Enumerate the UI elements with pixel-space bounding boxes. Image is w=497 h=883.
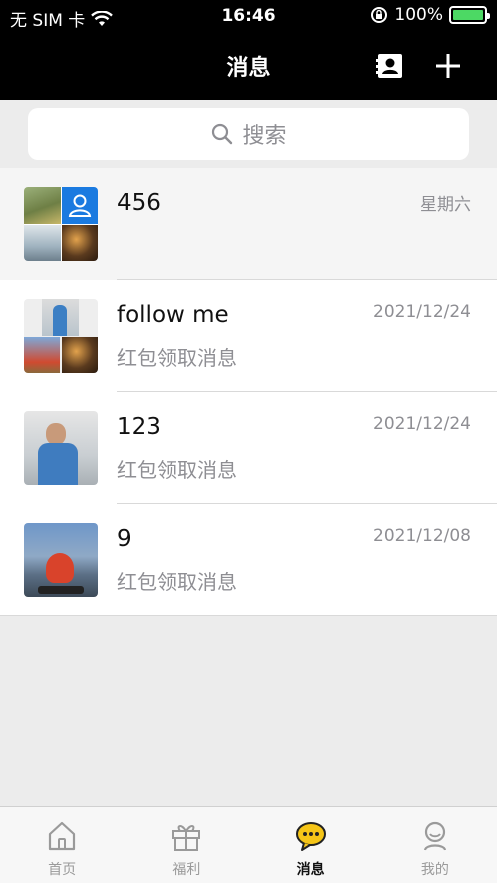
group-avatar <box>24 187 98 261</box>
user-avatar <box>24 523 98 597</box>
conversation-date: 星期六 <box>420 195 471 215</box>
conversation-name: follow me <box>117 302 229 328</box>
search-section: 搜索 <box>0 100 497 168</box>
conversation-row[interactable]: follow me 2021/12/24 红包领取消息 <box>0 280 497 392</box>
status-bar: 无 SIM 卡 16:46 100% <box>0 0 497 34</box>
tab-welfare[interactable]: 福利 <box>124 807 248 883</box>
tab-bar: 首页 福利 消息 我的 <box>0 806 497 883</box>
search-placeholder: 搜索 <box>242 124 287 149</box>
conversation-name: 456 <box>117 190 161 216</box>
conversation-preview: 红包领取消息 <box>117 458 237 482</box>
orientation-lock-icon <box>371 7 388 23</box>
avatar-tile <box>42 299 79 336</box>
avatar-tile <box>24 224 61 261</box>
search-icon <box>212 123 233 145</box>
status-right: 100% <box>370 5 490 25</box>
tab-label: 我的 <box>420 862 449 878</box>
gift-icon <box>172 825 201 851</box>
conversation-row[interactable]: 123 2021/12/24 红包领取消息 <box>0 392 497 504</box>
contacts-icon[interactable] <box>376 52 404 80</box>
tab-profile[interactable]: 我的 <box>373 807 497 883</box>
chat-bubble-icon <box>295 822 326 851</box>
battery-icon <box>449 6 490 24</box>
group-avatar <box>24 299 98 373</box>
tab-messages[interactable]: 消息 <box>249 807 373 883</box>
user-avatar <box>24 411 98 485</box>
battery-percent: 100% <box>394 5 443 25</box>
add-icon[interactable] <box>434 52 462 80</box>
nav-bar: 消息 <box>0 34 497 100</box>
conversation-name: 123 <box>117 414 161 440</box>
tab-label: 首页 <box>48 862 77 878</box>
search-input[interactable]: 搜索 <box>28 108 469 160</box>
home-icon <box>49 821 76 851</box>
page-title: 消息 <box>226 56 271 81</box>
row-divider <box>0 615 497 616</box>
conversation-date: 2021/12/24 <box>373 414 471 434</box>
conversation-date: 2021/12/08 <box>373 526 471 546</box>
avatar-tile <box>24 337 60 373</box>
conversation-name: 9 <box>117 526 132 552</box>
avatar-tile <box>24 187 61 224</box>
conversation-date: 2021/12/24 <box>373 302 471 322</box>
conversation-preview: 红包领取消息 <box>117 570 237 594</box>
conversation-list: 456 星期六 follow me 2021/12/24 红包领取消息 123 … <box>0 168 497 616</box>
avatar-tile <box>61 187 98 224</box>
conversation-row[interactable]: 456 星期六 <box>0 168 497 280</box>
battery-fill <box>453 10 483 20</box>
conversation-row[interactable]: 9 2021/12/08 红包领取消息 <box>0 504 497 616</box>
tab-label: 福利 <box>172 862 201 878</box>
tab-label: 消息 <box>296 862 325 878</box>
conversation-preview: 红包领取消息 <box>117 346 237 370</box>
default-user-icon <box>68 194 91 218</box>
tab-home[interactable]: 首页 <box>0 807 124 883</box>
profile-icon <box>423 821 446 851</box>
avatar-tile <box>61 224 98 261</box>
avatar-tile <box>62 337 98 373</box>
